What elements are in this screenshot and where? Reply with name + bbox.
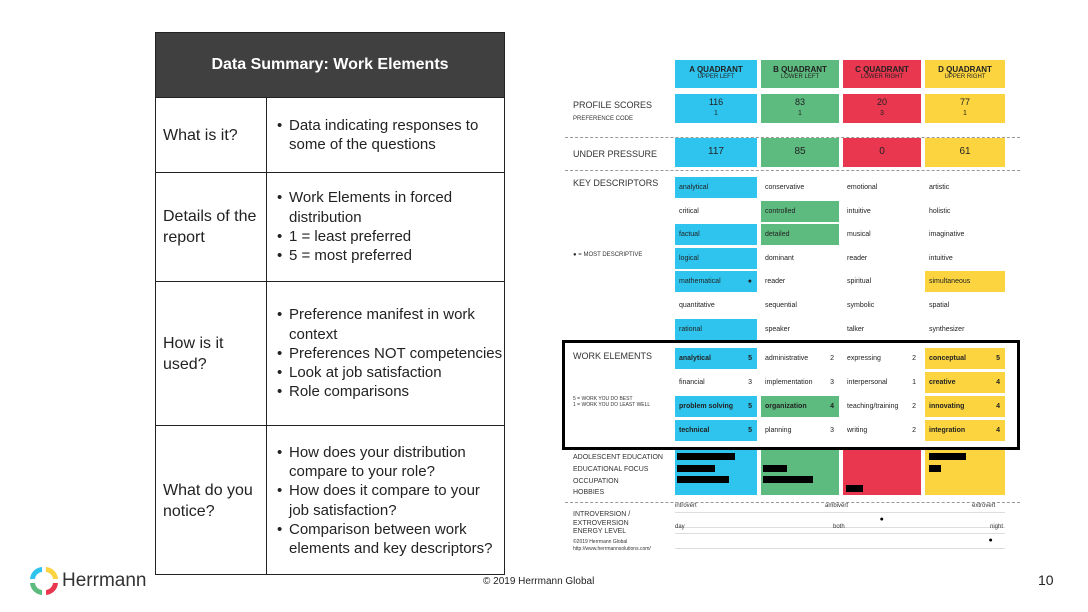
scale-left: day (675, 524, 685, 530)
key-descriptor-cell: detailed (761, 224, 839, 246)
key-descriptors-label: KEY DESCRIPTORS (573, 178, 659, 188)
redaction-bar (763, 476, 813, 483)
redaction-bar (677, 453, 735, 460)
copyright: © 2019 Herrmann Global (483, 576, 595, 587)
key-descriptor-cell: controlled (761, 200, 839, 222)
scale-right: extrovert (972, 503, 996, 509)
key-descriptor-cell: logical (675, 247, 757, 269)
herrmann-logo-icon (28, 565, 60, 597)
page-number: 10 (1038, 572, 1054, 588)
key-descriptor-cell: emotional (847, 184, 878, 191)
key-descriptor-cell: quantitative (679, 302, 715, 309)
key-descriptor-cell: dominant (765, 254, 794, 262)
profile-score: 116 1 (675, 94, 757, 123)
redaction-bar (763, 465, 787, 472)
profile-scores-label: PROFILE SCORES (573, 100, 653, 110)
key-descriptor-cell: factual (675, 224, 757, 246)
quadrant-header: D QUADRANT UPPER RIGHT (925, 60, 1005, 88)
key-descriptor-cell: intuitive (847, 207, 871, 215)
key-descriptor-cell: talker (847, 325, 865, 333)
key-descriptor-cell: reader (847, 254, 868, 262)
scale-left: introvert (675, 503, 697, 509)
under-pressure-score: 61 (925, 138, 1005, 167)
profile-score: 77 1 (925, 94, 1005, 123)
most-descriptive-legend: ● = MOST DESCRIPTIVE (573, 252, 643, 258)
under-pressure-label: UNDER PRESSURE (573, 149, 658, 159)
preference-code-label: PREFERENCE CODE (573, 116, 634, 122)
key-descriptor-cell: synthesizer (929, 325, 965, 333)
key-descriptor-cell: musical (847, 231, 871, 239)
intro-extro-label: INTROVERSION / EXTROVERSION (573, 511, 631, 527)
redaction-bar (677, 465, 715, 472)
key-descriptor-cell: analytical (675, 177, 757, 198)
key-descriptor-cell: simultaneous (925, 271, 1005, 293)
key-descriptor-cell: intuitive (929, 254, 953, 262)
key-descriptor-cell: sequential (765, 302, 797, 309)
key-descriptor-cell: artistic (929, 184, 950, 191)
key-descriptor-cell: mathematical ● (675, 271, 757, 293)
most-descriptive-dot-icon: ● (747, 278, 752, 286)
key-descriptor-cell: holistic (929, 207, 951, 215)
energy-label: ENERGY LEVEL (573, 528, 627, 535)
redaction-bar (929, 465, 941, 472)
key-descriptor-cell: spiritual (847, 278, 872, 286)
key-descriptor-cell: spatial (929, 302, 950, 309)
profile-score: 20 3 (843, 94, 921, 123)
key-descriptor-cell: speaker (765, 325, 790, 333)
quadrant-header: B QUADRANT LOWER LEFT (761, 60, 839, 88)
key-descriptor-cell: rational (675, 318, 757, 340)
scale-right: night (990, 524, 1004, 530)
key-descriptor-cell: critical (679, 207, 699, 215)
key-descriptor-cell: symbolic (847, 302, 875, 309)
scale-mid: ambivert (825, 503, 849, 509)
background-labels: ADOLESCENT EDUCATION EDUCATIONAL FOCUS OCC… (573, 454, 663, 497)
work-elements-highlight-box (562, 340, 1020, 450)
energy-scale: ● (675, 533, 1005, 549)
profile-url: http://www.herrmannsolutions.com/ (573, 546, 651, 552)
redaction-bar (929, 453, 966, 460)
under-pressure-score: 117 (675, 138, 757, 167)
key-descriptor-cell: conservative (765, 184, 805, 191)
under-pressure-score: 0 (843, 138, 921, 167)
redaction-bar (677, 476, 729, 483)
redaction-bar (846, 485, 863, 492)
quadrant-header: C QUADRANT LOWER RIGHT (843, 60, 921, 88)
key-descriptor-cell: reader (765, 278, 786, 286)
herrmann-logo-text: Herrmann (62, 570, 147, 591)
key-descriptor-cell: imaginative (929, 231, 965, 239)
profile-score: 83 1 (761, 94, 839, 123)
quadrant-header: A QUADRANT UPPER LEFT (675, 60, 757, 88)
under-pressure-score: 85 (761, 138, 839, 167)
hbdi-profile-image: PROFILE SCORES PREFERENCE CODE UNDER PRE… (0, 0, 1088, 612)
scale-mid: both (833, 524, 845, 530)
profile-copyright: ©2019 Herrmann Global (573, 539, 628, 545)
